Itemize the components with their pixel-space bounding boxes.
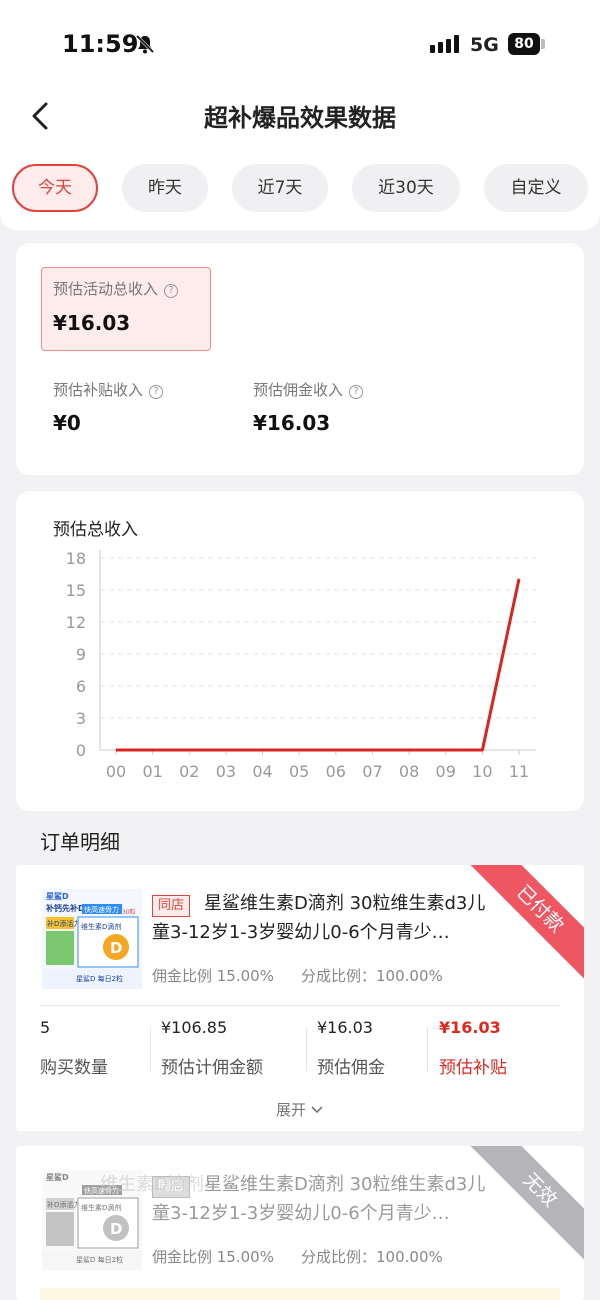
total-income-label: 预估活动总收入?: [53, 278, 179, 299]
tab-custom[interactable]: 自定义: [484, 164, 588, 212]
x-tick-label: 00: [106, 762, 126, 781]
y-tick-label: 3: [76, 709, 86, 728]
page-title: 超补爆品效果数据: [204, 104, 396, 132]
product-image: 星鲨D 补钙先补D 快高速骨力 补D添活力 维生素D滴剂 30粒 D 星鲨D 每…: [42, 889, 142, 989]
data-point: [518, 578, 520, 580]
est-subsidy-label: 预估补贴: [439, 1058, 507, 1078]
subsidy-income-label: 预估补贴收入?: [53, 379, 164, 400]
est-subsidy-value: ¥16.03: [439, 1018, 501, 1037]
tab-yesterday[interactable]: 昨天: [122, 164, 208, 212]
svg-text:D: D: [110, 1220, 122, 1238]
help-icon[interactable]: ?: [164, 284, 179, 298]
help-icon[interactable]: ?: [349, 385, 364, 399]
stat-divider: [306, 1027, 307, 1071]
x-tick-label: 04: [252, 762, 272, 781]
commissionable-amount-label: 预估计佣金额: [161, 1058, 263, 1078]
product-banner: 补D添活力: [47, 919, 80, 928]
subsidy-income-value: ¥0: [53, 411, 81, 435]
x-tick-label: 03: [216, 762, 236, 781]
income-chart-card: 预估总收入 0 3 6 9 12 15 18 00 01 02 03 04 05 06 07 08 09 10 11: [16, 491, 584, 811]
status-time: 11:59: [62, 30, 139, 58]
muted-bell-icon: [135, 34, 155, 54]
y-tick-label: 0: [76, 741, 86, 760]
commission-rate: 佣金比例 15.00%: [152, 967, 274, 985]
est-commission-label: 预估佣金: [317, 1058, 385, 1078]
date-range-tabs: 今天 昨天 近7天 近30天 自定义: [12, 164, 592, 212]
data-point: [152, 749, 154, 751]
data-point: [445, 749, 447, 751]
product-brand: 星鲨D: [46, 1172, 69, 1182]
income-line-chart: 036912151800 01 02 03 04 05 06 07 08 09 10 11: [66, 549, 536, 781]
stat-divider: [150, 1027, 151, 1071]
data-point: [115, 749, 117, 751]
tab-last-7-days[interactable]: 近7天: [232, 164, 328, 212]
signal-icon: [430, 35, 459, 53]
share-rate: 分成比例：100.00%: [301, 1248, 443, 1266]
x-tick-label: 02: [179, 762, 199, 781]
product-name: 维生素D滴剂: [81, 922, 121, 931]
y-tick-label: 15: [66, 581, 86, 600]
x-tick-label: 09: [436, 762, 456, 781]
product-badge: 快高速骨力: [84, 905, 119, 914]
est-commission-value: ¥16.03: [317, 1018, 373, 1037]
battery-tip: [541, 39, 545, 49]
data-point: [335, 749, 337, 751]
watermark-text: 维生素D滴剂: [100, 1174, 204, 1195]
x-tick-label: 10: [472, 762, 492, 781]
product-thumbnail: 星鲨D 补钙先补D 快高速骨力 补D添活力 维生素D滴剂 30粒 D 星鲨D 每…: [42, 889, 142, 989]
x-tick-label: 08: [399, 762, 419, 781]
product-slogan: 补钙先补D: [45, 903, 85, 913]
product-count: 30粒: [122, 908, 136, 916]
commission-income-label: 预估佣金收入?: [253, 379, 364, 400]
stat-divider: [427, 1027, 428, 1071]
income-summary-card: 预估活动总收入? ¥16.03 预估补贴收入? ¥0 预估佣金收入? ¥16.0…: [16, 243, 584, 475]
x-tick-label: 01: [142, 762, 162, 781]
svg-text:D: D: [110, 939, 122, 957]
x-tick-label: 05: [289, 762, 309, 781]
divider: [40, 1005, 560, 1006]
data-point: [481, 749, 483, 751]
product-banner: 补D添活力: [47, 1200, 80, 1209]
page-header: 超补爆品效果数据 今天 昨天 近7天 近30天 自定义: [0, 90, 600, 230]
data-point: [225, 749, 227, 751]
order-card-paid[interactable]: 星鲨D 补钙先补D 快高速骨力 补D添活力 维生素D滴剂 30粒 D 星鲨D 每…: [16, 865, 584, 1131]
series-line: [116, 578, 521, 752]
y-tick-label: 12: [66, 613, 86, 632]
product-brand: 星鲨D: [46, 891, 69, 901]
x-tick-label: 06: [326, 762, 346, 781]
tab-today[interactable]: 今天: [12, 164, 98, 212]
orders-section-title: 订单明细: [40, 830, 120, 854]
total-income-value: ¥16.03: [53, 311, 131, 335]
battery-icon: 80: [508, 33, 540, 55]
product-name: 维生素D滴剂: [81, 1203, 121, 1212]
data-point: [188, 749, 190, 751]
commissionable-amount-value: ¥106.85: [161, 1018, 228, 1037]
product-title[interactable]: 星鲨维生素D滴剂 30粒维生素d3儿童3-12岁1-3岁婴幼儿0-6个月青少…: [152, 889, 492, 947]
purchase-qty-label: 购买数量: [40, 1058, 108, 1078]
help-icon[interactable]: ?: [149, 385, 164, 399]
product-daily: 星鲨D 每日2粒: [76, 974, 123, 983]
y-tick-label: 9: [76, 645, 86, 664]
data-point: [408, 749, 410, 751]
commission-rate: 佣金比例 15.00%: [152, 1248, 274, 1266]
notice-bar: [40, 1288, 560, 1300]
y-tick-label: 6: [76, 677, 86, 696]
product-daily: 星鲨D 每日2粒: [76, 1255, 123, 1264]
chevron-down-icon: [311, 1106, 323, 1114]
purchase-qty-value: 5: [40, 1018, 51, 1037]
data-point: [371, 749, 373, 751]
x-tick-label: 07: [362, 762, 382, 781]
y-tick-label: 18: [66, 549, 86, 568]
expand-button[interactable]: 展开: [16, 1099, 584, 1120]
status-bar: 11:59 5G 80: [0, 0, 600, 90]
share-rate: 分成比例：100.00%: [301, 967, 443, 985]
tab-last-30-days[interactable]: 近30天: [352, 164, 460, 212]
data-point: [262, 749, 264, 751]
data-point: [298, 749, 300, 751]
x-tick-label: 11: [509, 762, 529, 781]
network-type: 5G: [470, 34, 499, 56]
commission-income-value: ¥16.03: [253, 411, 331, 435]
